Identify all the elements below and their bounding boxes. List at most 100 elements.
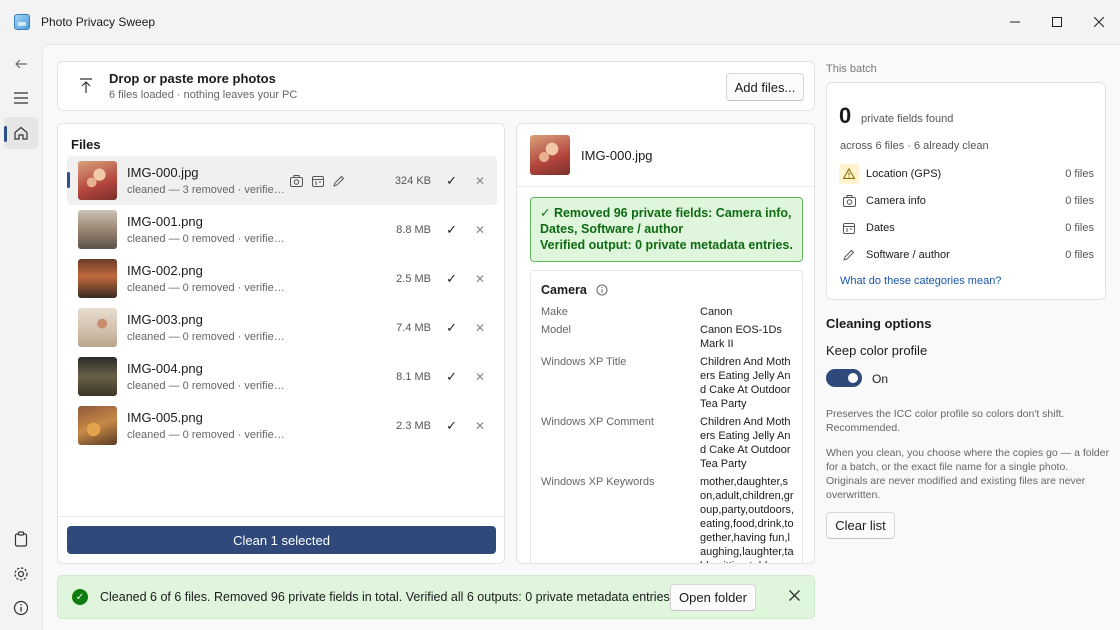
file-size: 2.5 MB [396, 272, 431, 285]
checkmark-icon: ✓ [446, 270, 457, 286]
detail-filename: IMG-000.jpg [581, 147, 653, 163]
file-name: IMG-005.png [127, 410, 203, 425]
metadata-rows: Make Canon Model Canon EOS-1Ds Mark II Windo… [541, 305, 801, 563]
nav-about[interactable] [4, 592, 38, 624]
drop-title: Drop or paste more photos [109, 71, 276, 86]
metadata-row: Windows XP Title Children And Mothers Eat… [541, 355, 801, 411]
file-info: IMG-001.png cleaned — 0 removed · verifie… [127, 214, 285, 245]
close-icon [789, 590, 800, 601]
remove-file-button[interactable]: ✕ [475, 419, 485, 433]
nav-settings[interactable] [4, 558, 38, 590]
remove-file-button[interactable]: ✕ [475, 223, 485, 237]
batch-summary-card: 0 private fields found across 6 files · … [826, 82, 1106, 300]
menu-button[interactable] [4, 82, 38, 114]
metadata-row: Make Canon [541, 305, 801, 319]
metadata-value: Canon [700, 306, 733, 318]
clean-selected-button[interactable]: Clean 1 selected [67, 526, 496, 554]
removal-success-message: ✓ Removed 96 private fields: Camera info… [530, 197, 803, 262]
metadata-value: Canon EOS-1Ds Mark II [700, 324, 782, 350]
maximize-button[interactable] [1036, 0, 1078, 44]
file-info: IMG-004.png cleaned — 0 removed · verifie… [127, 361, 285, 392]
camera-icon[interactable] [290, 174, 303, 187]
file-row[interactable]: IMG-003.png cleaned — 0 removed · verifie… [67, 303, 497, 352]
batch-subtitle: across 6 files · 6 already clean [840, 140, 989, 152]
batch-label: This batch [826, 63, 877, 75]
close-window-button[interactable] [1078, 0, 1120, 44]
category-count: 0 files [1065, 194, 1094, 207]
pencil-icon[interactable] [333, 175, 345, 187]
category-row: Camera info 0 files [839, 187, 1094, 214]
file-name: IMG-004.png [127, 361, 203, 376]
file-row[interactable]: IMG-002.png cleaned — 0 removed · verifie… [67, 254, 497, 303]
category-row: Dates 0 files [839, 214, 1094, 241]
title-bar: Photo Privacy Sweep [0, 0, 1120, 44]
back-button[interactable] [4, 48, 38, 80]
metadata-key: Windows XP Keywords [541, 476, 655, 488]
checkmark-icon: ✓ [446, 417, 457, 433]
category-name: Location (GPS) [866, 167, 942, 180]
file-list: IMG-000.jpg cleaned — 3 removed · verifie… [67, 156, 497, 450]
home-icon [14, 126, 28, 140]
metadata-value: Children And Mothers Eating Jelly And Ca… [700, 416, 791, 470]
app-icon [14, 14, 30, 30]
upload-icon [75, 78, 97, 94]
section-title-text: Camera [541, 283, 587, 297]
categories-help-link[interactable]: What do these categories mean? [840, 275, 1001, 287]
warning-icon [839, 163, 859, 184]
back-arrow-icon [15, 59, 27, 69]
add-files-button[interactable]: Add files... [726, 73, 804, 101]
file-row[interactable]: IMG-000.jpg cleaned — 3 removed · verifie… [67, 156, 497, 205]
status-bar: ✓ Cleaned 6 of 6 files. Removed 96 priva… [57, 575, 815, 619]
calendar-icon[interactable] [312, 175, 324, 187]
minimize-button[interactable] [994, 0, 1036, 44]
file-row[interactable]: IMG-005.png cleaned — 0 removed · verifie… [67, 401, 497, 450]
remove-file-button[interactable]: ✕ [475, 321, 485, 335]
file-info: IMG-002.png cleaned — 0 removed · verifie… [127, 263, 285, 294]
metadata-row: Windows XP Keywords mother,daughter,son,a… [541, 475, 801, 563]
file-status: cleaned — 0 removed · verified: 0 metada… [127, 331, 285, 343]
files-title: Files [71, 137, 101, 152]
metadata-key: Windows XP Title [541, 356, 627, 368]
drop-zone[interactable]: Drop or paste more photos 6 files loaded… [57, 61, 815, 111]
file-thumbnail [78, 210, 117, 249]
keep-color-profile-label: Keep color profile [826, 343, 928, 358]
gear-icon [14, 567, 28, 581]
file-row[interactable]: IMG-001.png cleaned — 0 removed · verifie… [67, 205, 497, 254]
nav-clipboard[interactable] [4, 523, 38, 555]
clear-list-button[interactable]: Clear list [826, 512, 895, 539]
dismiss-status-button[interactable] [789, 588, 800, 604]
file-row[interactable]: IMG-004.png cleaned — 0 removed · verifie… [67, 352, 497, 401]
file-size: 7.4 MB [396, 321, 431, 334]
remove-file-button[interactable]: ✕ [475, 272, 485, 286]
file-name: IMG-000.jpg [127, 165, 199, 180]
clipboard-icon [14, 531, 28, 547]
remove-file-button[interactable]: ✕ [475, 370, 485, 384]
window-controls [994, 0, 1120, 44]
metadata-section-title: Camera [541, 283, 608, 297]
color-profile-help: Preserves the ICC color profile so color… [826, 408, 1065, 434]
checkmark-icon: ✓ [446, 221, 457, 237]
info-icon[interactable] [596, 284, 608, 296]
nav-home[interactable] [4, 117, 38, 149]
category-count: 0 files [1065, 248, 1094, 261]
category-name: Camera info [866, 194, 926, 207]
checkmark-icon: ✓ [446, 368, 457, 384]
remove-file-button[interactable]: ✕ [475, 174, 485, 188]
open-folder-button[interactable]: Open folder [670, 584, 756, 611]
category-list: Location (GPS) 0 files Camera info 0 files D… [839, 160, 1094, 268]
info-icon [13, 600, 29, 616]
file-status: cleaned — 0 removed · verified: 0 metada… [127, 380, 285, 392]
metadata-key: Model [541, 324, 571, 336]
checkmark-icon: ✓ [446, 172, 457, 188]
file-status: cleaned — 3 removed · verified: 0 metada… [127, 184, 285, 196]
metadata-key: Windows XP Comment [541, 416, 654, 428]
keep-color-profile-toggle[interactable] [826, 369, 862, 387]
metadata-value: Children And Mothers Eating Jelly And Ca… [700, 356, 791, 410]
drop-text: Drop or paste more photos 6 files loaded… [109, 71, 297, 101]
divider [58, 516, 504, 517]
output-help: When you clean, you choose where the cop… [826, 447, 1110, 501]
pencil-icon [839, 245, 859, 265]
success-check-icon: ✓ [72, 589, 88, 605]
category-name: Dates [866, 221, 895, 234]
drop-subtitle: 6 files loaded · nothing leaves your PC [109, 89, 298, 101]
